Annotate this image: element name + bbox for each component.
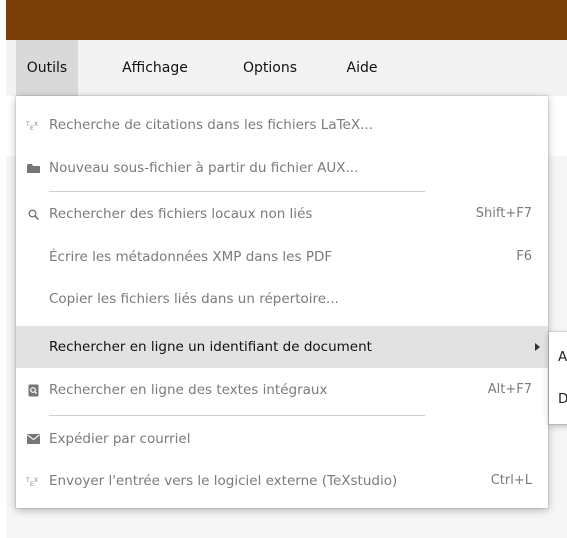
title-bar (6, 0, 567, 40)
menu-item-label: Nouveau sous-fichier à partir du fichier… (49, 160, 359, 176)
menu-item-shortcut: Ctrl+L (490, 473, 532, 488)
menu-options[interactable]: Options (230, 40, 310, 96)
menu-item-send-email[interactable]: Expédier par courriel (16, 418, 548, 460)
menu-bar: Outils Affichage Options Aide (6, 40, 567, 96)
menu-item-lookup-document-identifier[interactable]: Rechercher en ligne un identifiant de do… (16, 326, 548, 368)
submenu-item[interactable]: A (558, 336, 567, 378)
submenu-item[interactable]: D (558, 378, 567, 420)
menu-item-label: Rechercher en ligne un identifiant de do… (49, 339, 372, 355)
menu-item-label: Écrire les métadonnées XMP dans les PDF (49, 249, 333, 265)
menu-aide[interactable]: Aide (336, 40, 388, 96)
document-search-icon (25, 382, 41, 398)
menu-item-write-xmp[interactable]: Écrire les métadonnées XMP dans les PDF … (16, 236, 548, 278)
menu-item-find-unlinked-files[interactable]: Rechercher des fichiers locaux non liés … (16, 193, 548, 235)
menu-item-shortcut: Shift+F7 (475, 206, 532, 221)
menu-item-shortcut: Alt+F7 (487, 382, 532, 397)
search-icon (25, 206, 41, 222)
menu-item-send-to-texstudio[interactable]: T E X Envoyer l'entrée vers le logiciel … (16, 460, 548, 502)
envelope-icon (25, 431, 41, 447)
outils-dropdown-menu: T E X Recherche de citations dans les fi… (16, 96, 548, 508)
menu-outils[interactable]: Outils (16, 40, 78, 96)
menu-affichage[interactable]: Affichage (110, 40, 200, 96)
svg-text:X: X (34, 121, 38, 128)
menu-item-label: Expédier par courriel (49, 431, 191, 447)
menu-item-shortcut: F6 (516, 249, 532, 264)
menu-separator (49, 191, 425, 192)
tex-icon: T E X (25, 473, 41, 489)
folder-icon (25, 160, 41, 176)
menu-item-label: Copier les fichiers liés dans un réperto… (49, 291, 339, 307)
submenu-arrow-icon (535, 343, 540, 351)
menu-item-label: Rechercher en ligne des textes intégraux (49, 382, 328, 398)
menu-item-label: Recherche de citations dans les fichiers… (49, 117, 373, 133)
menu-separator (49, 415, 425, 416)
menu-item-label: Rechercher des fichiers locaux non liés (49, 206, 313, 222)
menu-item-new-subfile-aux[interactable]: Nouveau sous-fichier à partir du fichier… (16, 147, 548, 189)
menu-item-latex-citations[interactable]: T E X Recherche de citations dans les fi… (16, 104, 548, 146)
menu-item-copy-linked-files[interactable]: Copier les fichiers liés dans un réperto… (16, 278, 548, 320)
tex-icon: T E X (25, 117, 41, 133)
menu-item-lookup-full-text[interactable]: Rechercher en ligne des textes intégraux… (16, 369, 548, 411)
lookup-submenu: A D (549, 332, 567, 424)
svg-text:X: X (34, 477, 38, 484)
menu-item-label: Envoyer l'entrée vers le logiciel extern… (49, 473, 398, 489)
